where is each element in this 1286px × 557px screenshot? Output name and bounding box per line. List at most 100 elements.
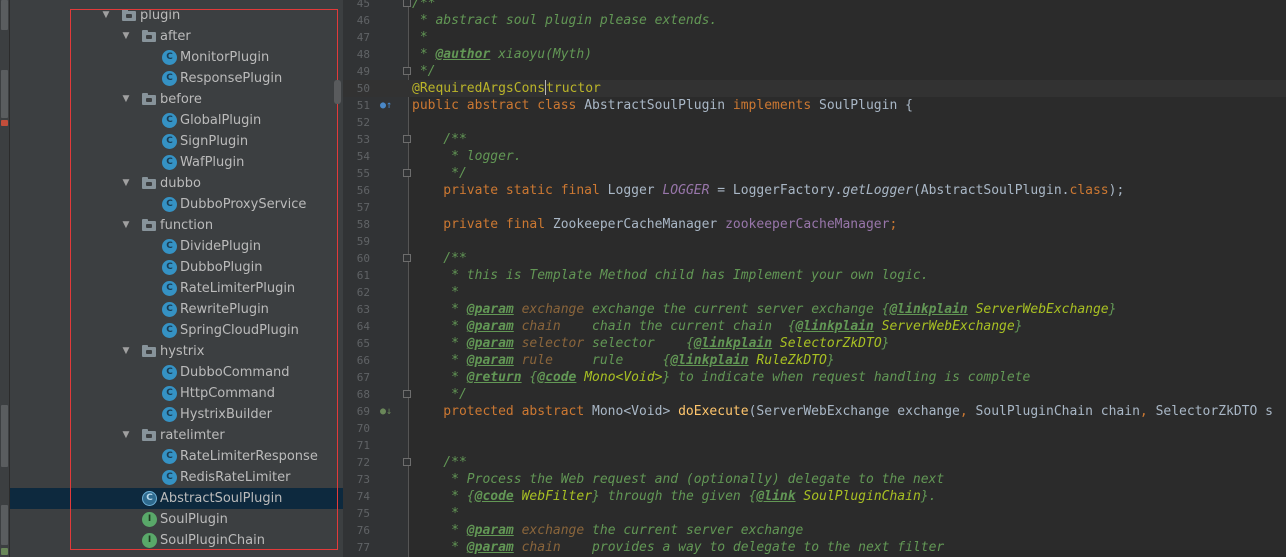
tree-file-row[interactable]: C RedisRateLimiter [10, 467, 343, 488]
code-line[interactable]: 56 private static final Logger LOGGER = … [343, 182, 1286, 199]
code-line[interactable]: 60 /** [343, 250, 1286, 267]
code-line[interactable]: 74 * {@code WebFilter} through the given… [343, 488, 1286, 505]
code-line[interactable]: 48 * @author xiaoyu(Myth) [343, 46, 1286, 63]
code-line[interactable]: 66 * @param rule rule {@linkplain RuleZk… [343, 352, 1286, 369]
tree-file-row[interactable]: C AbstractSoulPlugin [10, 488, 343, 509]
project-tree[interactable]: ▼ plugin ▼ after C MonitorPlugin C ResponsePlug… [10, 0, 343, 557]
tree-file-row[interactable]: C SpringCloudPlugin [10, 320, 343, 341]
fold-icon[interactable] [403, 135, 411, 143]
tree-file-row[interactable]: C DubboPlugin [10, 257, 343, 278]
code-line[interactable]: 53 /** [343, 131, 1286, 148]
code-line[interactable]: 59 [343, 233, 1286, 250]
expand-arrow-icon[interactable]: ▼ [120, 341, 132, 362]
code-line[interactable]: 73 * Process the Web request and (option… [343, 471, 1286, 488]
code-token: protected abstract [412, 404, 593, 419]
code-line[interactable]: 47 * [343, 29, 1286, 46]
code-line[interactable]: 46 * abstract soul plugin please extends… [343, 12, 1286, 29]
code-line[interactable]: 55 */ [343, 165, 1286, 182]
tree-folder-row[interactable]: ▼ ratelimter [10, 425, 343, 446]
tree-folder-row[interactable]: ▼ before [10, 89, 343, 110]
structure-tool-tab[interactable] [1, 70, 8, 118]
tool-window-strip[interactable] [0, 0, 10, 557]
tree-file-row[interactable]: I SoulPluginChain [10, 530, 343, 551]
fold-icon[interactable] [403, 67, 411, 75]
tree-folder-row[interactable]: ▼ after [10, 26, 343, 47]
tree-file-row[interactable]: C DubboCommand [10, 362, 343, 383]
code-line[interactable]: 49 */ [343, 63, 1286, 80]
fold-icon[interactable] [403, 458, 411, 466]
code-line[interactable]: 70 [343, 420, 1286, 437]
code-line[interactable]: 52 [343, 114, 1286, 131]
fold-icon[interactable] [403, 169, 411, 177]
implemented-gutter-icon[interactable]: ●↓ [379, 403, 393, 420]
code-line[interactable]: 68 */ [343, 386, 1286, 403]
code-editor[interactable]: 45/** 46 * abstract soul plugin please ex… [343, 0, 1286, 557]
fold-icon[interactable] [403, 0, 411, 7]
code-line[interactable]: 50 @RequiredArgsConstructor [343, 80, 1286, 97]
code-line[interactable]: 61 * this is Template Method child has I… [343, 267, 1286, 284]
code-line[interactable]: 64 * @param chain chain the current chai… [343, 318, 1286, 335]
fold-icon[interactable] [403, 390, 411, 398]
tree-file-row[interactable]: C HystrixBuilder [10, 404, 343, 425]
tree-file-row[interactable]: C ResponsePlugin [10, 68, 343, 89]
code-line[interactable]: 65 * @param selector selector {@linkplai… [343, 335, 1286, 352]
expand-arrow-icon[interactable]: ▼ [120, 425, 132, 446]
code-token: private static final [412, 183, 608, 198]
code-line[interactable]: 75 * [343, 505, 1286, 522]
tree-file-row[interactable]: C RewritePlugin [10, 299, 343, 320]
tree-item-label: AbstractSoulPlugin [160, 491, 283, 506]
class-icon: C [162, 449, 177, 464]
class-icon: C [162, 239, 177, 254]
tree-file-row[interactable]: C DividePlugin [10, 236, 343, 257]
code-line[interactable]: 63 * @param exchange exchange the curren… [343, 301, 1286, 318]
tree-folder-row[interactable]: ▼ dubbo [10, 173, 343, 194]
tree-file-row[interactable]: C RateLimiterPlugin [10, 278, 343, 299]
tree-scrollbar[interactable] [334, 80, 341, 104]
implements-gutter-icon[interactable]: ●↑ [379, 97, 393, 114]
code-token: } through the given { [592, 489, 757, 504]
code-line[interactable]: 76 * @param exchange the current server … [343, 522, 1286, 539]
tree-folder-row[interactable]: ▼ function [10, 215, 343, 236]
tree-file-row[interactable]: C RateLimiterResponse [10, 446, 343, 467]
code-token: @code [537, 370, 577, 385]
code-line[interactable]: 58 private final ZookeeperCacheManager z… [343, 216, 1286, 233]
code-line[interactable]: 62 * [343, 284, 1286, 301]
code-token: } [1014, 319, 1023, 334]
tree-folder-row[interactable]: ▼ plugin [10, 5, 343, 26]
class-icon: C [162, 71, 177, 86]
expand-arrow-icon[interactable]: ▼ [120, 26, 132, 47]
code-line[interactable]: 51 ●↑ public abstract class AbstractSoulPl… [343, 97, 1286, 114]
code-text: * this is Template Method child has Impl… [412, 267, 928, 284]
code-token: getLogger [842, 183, 913, 198]
tree-file-row[interactable]: C HttpCommand [10, 383, 343, 404]
expand-arrow-icon[interactable]: ▼ [120, 215, 132, 236]
code-token: * [412, 523, 467, 538]
expand-arrow-icon[interactable]: ▼ [100, 5, 112, 26]
code-line[interactable]: 67 * @return {@code Mono<Void>} to indic… [343, 369, 1286, 386]
project-tool-tab[interactable] [1, 0, 8, 30]
line-number: 64 [356, 320, 370, 333]
web-tool-tab[interactable] [1, 505, 8, 545]
code-line[interactable]: 72 /** [343, 454, 1286, 471]
expand-arrow-icon[interactable]: ▼ [120, 173, 132, 194]
tree-file-row[interactable]: C WafPlugin [10, 152, 343, 173]
fold-icon[interactable] [403, 254, 411, 262]
code-line[interactable]: 77 * @param chain provides a way to dele… [343, 539, 1286, 556]
code-line[interactable]: 69 ●↓ protected abstract Mono<Void> doExe… [343, 403, 1286, 420]
tree-file-row[interactable]: I SoulPlugin [10, 509, 343, 530]
tree-folder-row[interactable]: ▼ hystrix [10, 341, 343, 362]
tree-file-row[interactable]: C GlobalPlugin [10, 110, 343, 131]
tree-item-label: after [160, 29, 191, 44]
expand-arrow-icon[interactable]: ▼ [120, 89, 132, 110]
class-icon: C [162, 197, 177, 212]
favorites-tool-tab[interactable] [1, 405, 8, 467]
tree-file-row[interactable]: C SignPlugin [10, 131, 343, 152]
class-icon: C [162, 281, 177, 296]
tree-file-row[interactable]: C MonitorPlugin [10, 47, 343, 68]
code-line[interactable]: 45 /** [343, 0, 1286, 12]
tree-file-row[interactable]: C DubboProxyService [10, 194, 343, 215]
code-line[interactable]: 54 * logger. [343, 148, 1286, 165]
code-line[interactable]: 71 [343, 437, 1286, 454]
code-line[interactable]: 57 [343, 199, 1286, 216]
